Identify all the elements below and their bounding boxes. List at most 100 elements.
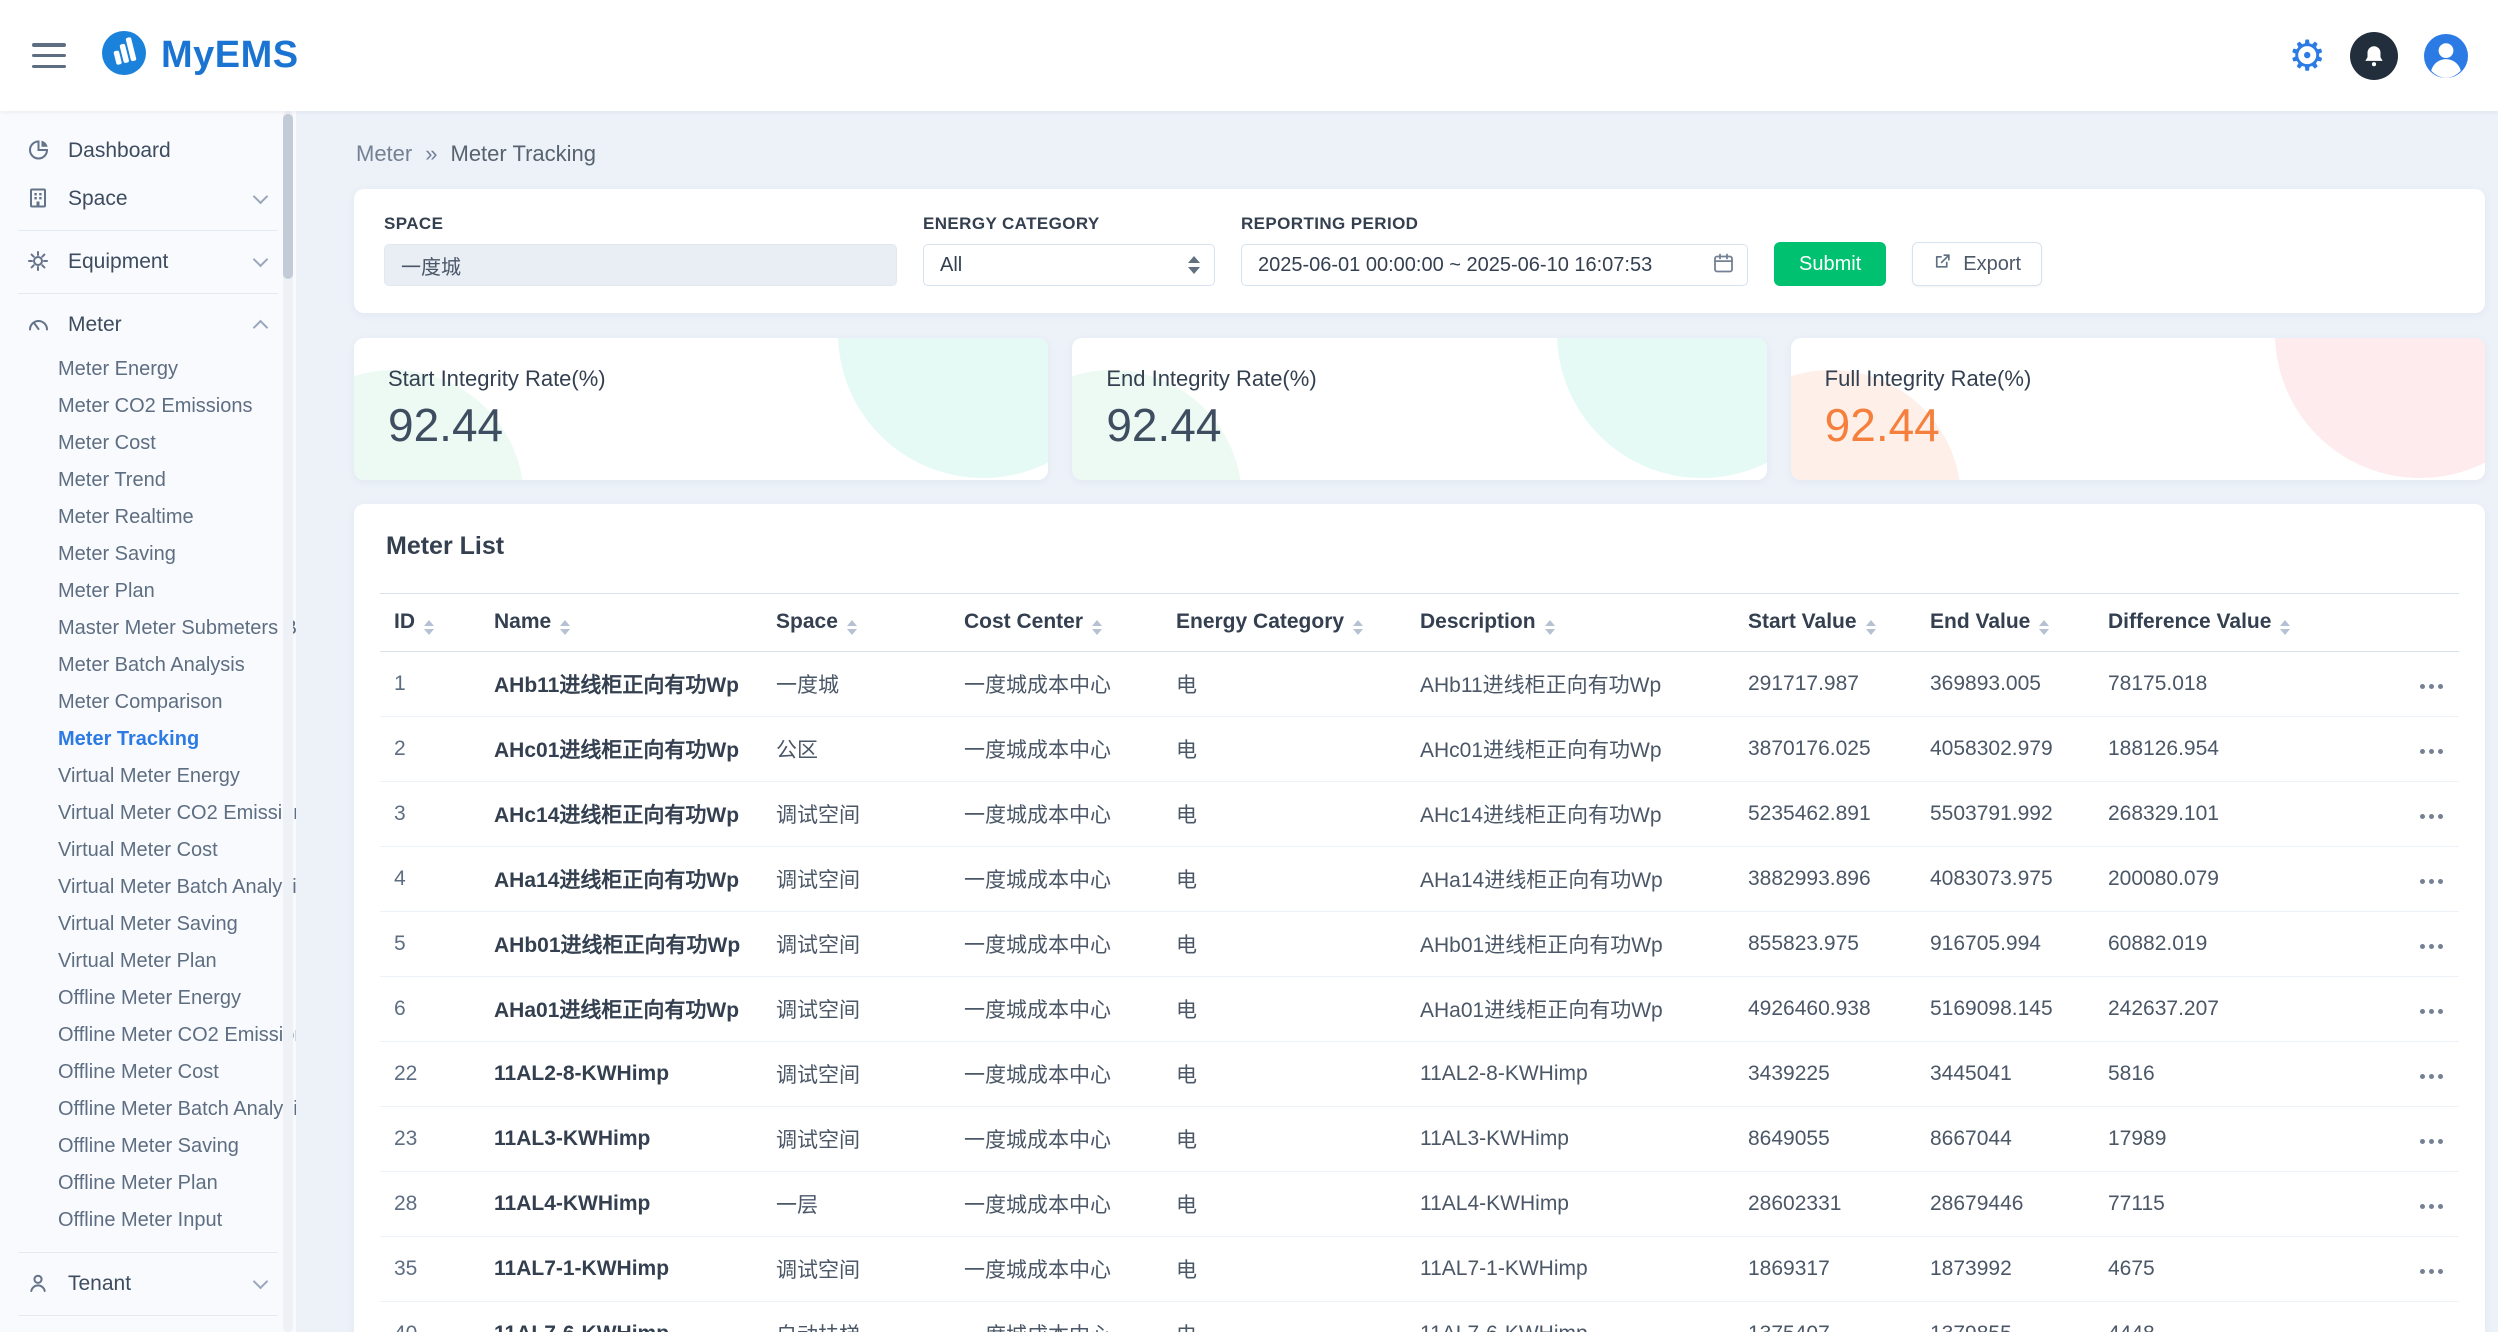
- sidebar-scrollbar-thumb[interactable]: [283, 114, 293, 279]
- sidebar-item-meter-energy[interactable]: Meter Energy: [0, 351, 296, 388]
- column-header-start-value[interactable]: Start Value: [1734, 594, 1916, 652]
- user-avatar-icon[interactable]: [2422, 32, 2470, 80]
- cell-description: AHc14进线柜正向有功Wp: [1406, 782, 1734, 847]
- row-actions-ellipsis-icon[interactable]: [2416, 1196, 2447, 1217]
- start-integrity-card: Start Integrity Rate(%) 92.44: [354, 338, 1048, 480]
- sidebar-item-virtual-meter-saving[interactable]: Virtual Meter Saving: [0, 906, 296, 943]
- row-actions-ellipsis-icon[interactable]: [2416, 871, 2447, 892]
- column-header-space[interactable]: Space: [762, 594, 950, 652]
- sidebar-item-master-meter-submeters-ba[interactable]: Master Meter Submeters Ba: [0, 610, 296, 647]
- sidebar-item-virtual-meter-plan[interactable]: Virtual Meter Plan: [0, 943, 296, 980]
- column-header-end-value[interactable]: End Value: [1916, 594, 2094, 652]
- cell-difference-value: 4448: [2094, 1302, 2362, 1332]
- table-row: 6AHa01进线柜正向有功Wp调试空间一度城成本中心电AHa01进线柜正向有功W…: [380, 977, 2459, 1042]
- row-actions-ellipsis-icon[interactable]: [2416, 806, 2447, 827]
- sidebar-item-meter-batch-analysis[interactable]: Meter Batch Analysis: [0, 647, 296, 684]
- cell-description: 11AL3-KWHimp: [1406, 1107, 1734, 1172]
- sort-icon[interactable]: [1353, 620, 1363, 635]
- column-header-actions: [2362, 594, 2459, 652]
- row-actions-ellipsis-icon[interactable]: [2416, 1326, 2447, 1332]
- breadcrumb-meter-link[interactable]: Meter: [356, 141, 412, 167]
- column-header-name[interactable]: Name: [480, 594, 762, 652]
- cell-cost-center: 一度城成本中心: [950, 652, 1162, 717]
- sort-icon[interactable]: [1866, 620, 1876, 635]
- sort-icon[interactable]: [560, 620, 570, 635]
- filter-card: SPACE ENERGY CATEGORY All REPORTING PERI…: [354, 189, 2485, 313]
- settings-gear-icon[interactable]: ⚙: [2288, 35, 2326, 77]
- row-actions-ellipsis-icon[interactable]: [2416, 1261, 2447, 1282]
- column-header-difference-value[interactable]: Difference Value: [2094, 594, 2362, 652]
- cell-actions: [2362, 977, 2459, 1042]
- row-actions-ellipsis-icon[interactable]: [2416, 1131, 2447, 1152]
- column-header-description[interactable]: Description: [1406, 594, 1734, 652]
- meter-table: ID Name SpaceCost Center Energy Category Des…: [380, 593, 2459, 1332]
- sort-icon[interactable]: [424, 620, 434, 635]
- sidebar-item-label: Space: [68, 187, 128, 211]
- cell-space: 调试空间: [762, 977, 950, 1042]
- energy-category-select[interactable]: All: [923, 244, 1215, 286]
- sidebar-item-virtual-meter-batch-analysis[interactable]: Virtual Meter Batch Analysis: [0, 869, 296, 906]
- column-header-label: Name: [494, 610, 551, 633]
- sidebar-item-offline-meter-energy[interactable]: Offline Meter Energy: [0, 980, 296, 1017]
- sidebar-item-dashboard[interactable]: Dashboard: [0, 127, 296, 175]
- sidebar-item-equipment[interactable]: Equipment: [0, 238, 296, 286]
- column-header-label: Difference Value: [2108, 610, 2271, 633]
- cell-difference-value: 60882.019: [2094, 912, 2362, 977]
- sidebar-item-store[interactable]: Store: [0, 1323, 296, 1332]
- sidebar-item-offline-meter-saving[interactable]: Offline Meter Saving: [0, 1128, 296, 1165]
- sort-icon[interactable]: [2039, 620, 2049, 635]
- cell-description: 11AL4-KWHimp: [1406, 1172, 1734, 1237]
- sidebar-item-virtual-meter-cost[interactable]: Virtual Meter Cost: [0, 832, 296, 869]
- cell-end-value: 28679446: [1916, 1172, 2094, 1237]
- cell-start-value: 8649055: [1734, 1107, 1916, 1172]
- row-actions-ellipsis-icon[interactable]: [2416, 1066, 2447, 1087]
- sidebar-item-meter-realtime[interactable]: Meter Realtime: [0, 499, 296, 536]
- meter-list-title: Meter List: [386, 532, 2453, 561]
- sidebar-item-offline-meter-cost[interactable]: Offline Meter Cost: [0, 1054, 296, 1091]
- submit-button[interactable]: Submit: [1774, 242, 1886, 286]
- row-actions-ellipsis-icon[interactable]: [2416, 676, 2447, 697]
- row-actions-ellipsis-icon[interactable]: [2416, 936, 2447, 957]
- row-actions-ellipsis-icon[interactable]: [2416, 1001, 2447, 1022]
- sidebar-item-offline-meter-batch-analysis[interactable]: Offline Meter Batch Analysis: [0, 1091, 296, 1128]
- reporting-period-input[interactable]: [1241, 244, 1748, 286]
- sidebar-item-meter-tracking[interactable]: Meter Tracking: [0, 721, 296, 758]
- export-button-label: Export: [1963, 253, 2021, 276]
- sidebar-item-meter-comparison[interactable]: Meter Comparison: [0, 684, 296, 721]
- sidebar-item-tenant[interactable]: Tenant: [0, 1260, 296, 1308]
- sidebar-item-meter-plan[interactable]: Meter Plan: [0, 573, 296, 610]
- sidebar-scrollbar-track[interactable]: [283, 111, 293, 1332]
- sort-icon[interactable]: [1545, 620, 1555, 635]
- export-button[interactable]: Export: [1912, 242, 2042, 286]
- row-actions-ellipsis-icon[interactable]: [2416, 741, 2447, 762]
- sidebar-item-offline-meter-co2-emission[interactable]: Offline Meter CO2 Emission: [0, 1017, 296, 1054]
- space-input[interactable]: [384, 244, 897, 286]
- energy-category-filter-group: ENERGY CATEGORY All: [923, 214, 1215, 286]
- space-filter-group: SPACE: [384, 214, 897, 286]
- sidebar-item-meter-trend[interactable]: Meter Trend: [0, 462, 296, 499]
- table-row: 2AHc01进线柜正向有功Wp公区一度城成本中心电AHc01进线柜正向有功Wp3…: [380, 717, 2459, 782]
- sidebar-item-meter[interactable]: Meter: [0, 301, 296, 349]
- column-header-cost-center[interactable]: Cost Center: [950, 594, 1162, 652]
- notifications-bell-icon[interactable]: [2350, 32, 2398, 80]
- sidebar-item-offline-meter-plan[interactable]: Offline Meter Plan: [0, 1165, 296, 1202]
- hamburger-menu-icon[interactable]: [32, 43, 66, 68]
- table-row: 4011AL7-6-KWHimp自动扶梯一度城成本中心电11AL7-6-KWHi…: [380, 1302, 2459, 1332]
- sidebar-item-offline-meter-input[interactable]: Offline Meter Input: [0, 1202, 296, 1239]
- sidebar-item-meter-saving[interactable]: Meter Saving: [0, 536, 296, 573]
- cell-difference-value: 5816: [2094, 1042, 2362, 1107]
- sort-icon[interactable]: [1092, 620, 1102, 635]
- column-header-id[interactable]: ID: [380, 594, 480, 652]
- column-header-energy-category[interactable]: Energy Category: [1162, 594, 1406, 652]
- export-icon: [1933, 251, 1953, 277]
- cell-end-value: 369893.005: [1916, 652, 2094, 717]
- sidebar-item-space[interactable]: Space: [0, 175, 296, 223]
- brand-logo[interactable]: MyEMS: [100, 29, 299, 82]
- sidebar-item-meter-cost[interactable]: Meter Cost: [0, 425, 296, 462]
- sidebar-item-meter-co2-emissions[interactable]: Meter CO2 Emissions: [0, 388, 296, 425]
- column-header-label: Energy Category: [1176, 610, 1344, 633]
- sort-icon[interactable]: [2280, 620, 2290, 635]
- sidebar-item-virtual-meter-co2-emission[interactable]: Virtual Meter CO2 Emission: [0, 795, 296, 832]
- sort-icon[interactable]: [847, 620, 857, 635]
- sidebar-item-virtual-meter-energy[interactable]: Virtual Meter Energy: [0, 758, 296, 795]
